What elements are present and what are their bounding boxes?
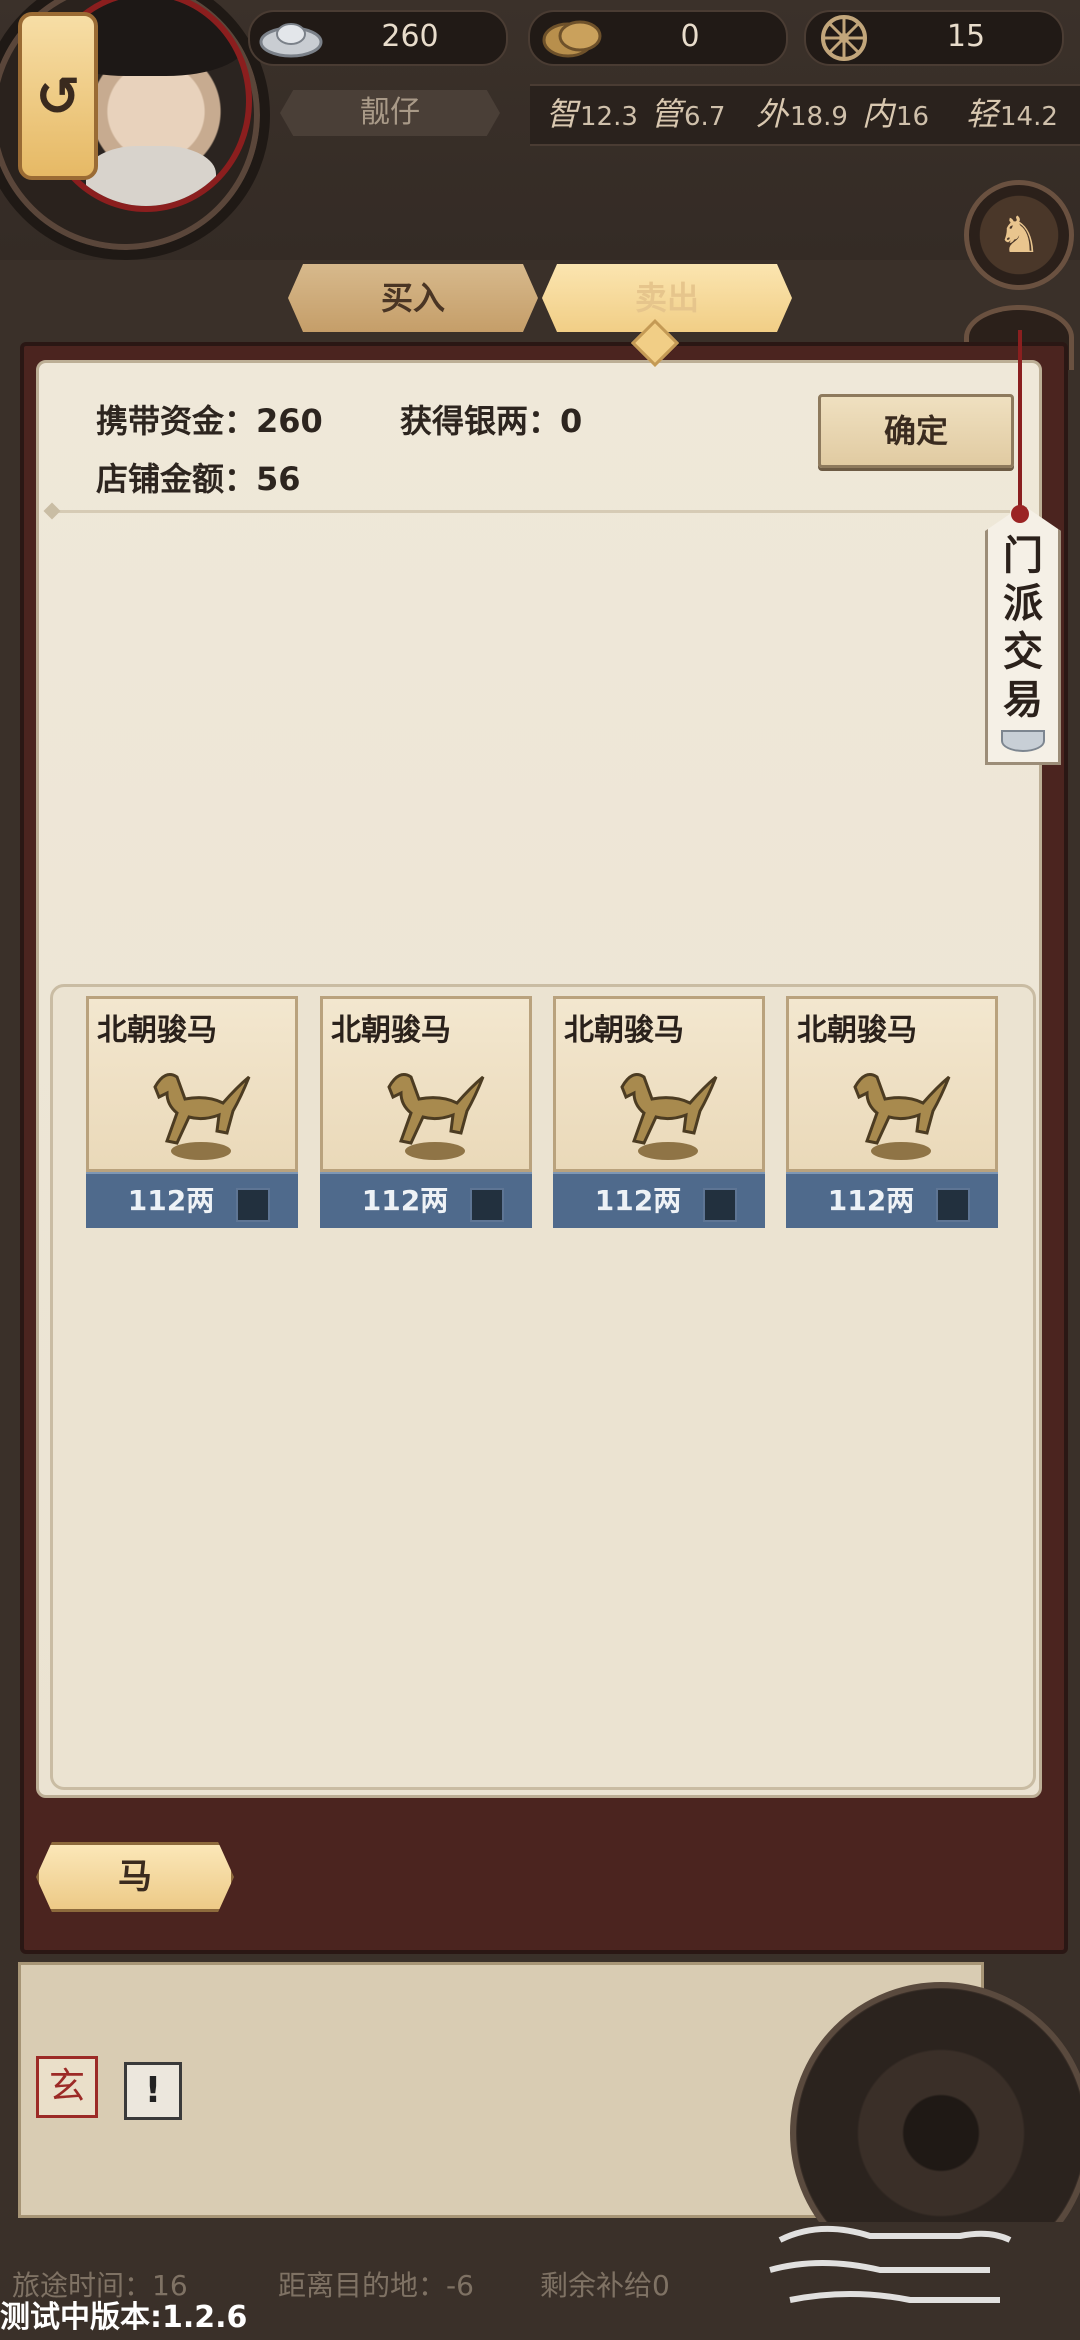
- item-card-body: 北朝骏马: [86, 996, 298, 1172]
- item-price: 112两: [361, 1184, 449, 1217]
- warning-icon[interactable]: !: [124, 2062, 182, 2120]
- side-tag-string: [1018, 330, 1022, 510]
- coin-stack-icon: [542, 20, 602, 58]
- avatar-collar: [86, 146, 216, 206]
- coin-value: 0: [680, 19, 700, 54]
- item-card-footer: 112两: [786, 1172, 998, 1228]
- item-name: 北朝骏马: [564, 1013, 684, 1048]
- item-card-body: 北朝骏马: [553, 996, 765, 1172]
- player-name: 靓仔: [280, 90, 500, 136]
- side-tag-char: 易: [1003, 676, 1043, 723]
- item-price: 112两: [594, 1184, 682, 1217]
- item-checkbox[interactable]: [470, 1188, 504, 1222]
- item-card-body: 北朝骏马: [786, 996, 998, 1172]
- wheel-icon: [821, 15, 867, 61]
- side-tag-char: 门: [1003, 532, 1043, 579]
- bronze-horse-icon: [153, 1073, 251, 1160]
- item-card[interactable]: 北朝骏马 112两: [86, 996, 298, 1228]
- side-tag-char: 交: [1003, 628, 1043, 675]
- confirm-button[interactable]: 确定: [818, 394, 1014, 468]
- item-card-body: 北朝骏马: [320, 996, 532, 1172]
- sect-trade-tag[interactable]: 门 派 交 易: [985, 505, 1061, 765]
- item-card[interactable]: 北朝骏马 112两: [786, 996, 998, 1228]
- wheel-value: 15: [946, 19, 986, 54]
- item-card-footer: 112两: [553, 1172, 765, 1228]
- horse-medal-button[interactable]: ♞: [964, 180, 1074, 290]
- bronze-horse-icon: [387, 1073, 485, 1160]
- category-horse-button[interactable]: 马: [36, 1842, 234, 1912]
- bronze-horse-icon: [620, 1073, 718, 1160]
- item-card[interactable]: 北朝骏马 112两: [320, 996, 532, 1228]
- side-tag-knot: [1011, 505, 1029, 523]
- item-name: 北朝骏马: [331, 1013, 451, 1048]
- item-name: 北朝骏马: [97, 1013, 217, 1048]
- stat-intelligence: 智12.3: [546, 95, 638, 133]
- shop-amount: 店铺金额：56: [96, 460, 301, 498]
- silver-value: 260: [381, 19, 439, 54]
- silver-ingot-icon: [1001, 730, 1045, 752]
- stat-internal: 内16: [862, 95, 930, 133]
- version-label: 测试中版本:1.2.6: [0, 2300, 248, 2335]
- item-price: 112两: [127, 1184, 215, 1217]
- seal-icon[interactable]: 玄: [36, 2056, 98, 2118]
- cloud-icon: [769, 2225, 1012, 2303]
- silver-ingot-icon: [259, 23, 323, 58]
- stat-management: 管6.7: [650, 95, 726, 133]
- item-checkbox[interactable]: [936, 1188, 970, 1222]
- carry-funds: 携带资金：260: [96, 402, 323, 440]
- silver-gain: 获得银两：0: [400, 402, 583, 440]
- item-card-footer: 112两: [86, 1172, 298, 1228]
- stat-external: 外18.9: [756, 95, 848, 133]
- item-card[interactable]: 北朝骏马 112两: [553, 996, 765, 1228]
- back-button[interactable]: ↺: [18, 12, 98, 180]
- stat-lightness: 轻14.2: [966, 95, 1058, 133]
- item-price: 112两: [827, 1184, 915, 1217]
- remaining-supplies: 剩余补给0: [540, 2269, 670, 2302]
- item-card-footer: 112两: [320, 1172, 532, 1228]
- distance-to-destination: 距离目的地：-6: [278, 2269, 474, 2302]
- item-name: 北朝骏马: [797, 1013, 917, 1048]
- item-checkbox[interactable]: [236, 1188, 270, 1222]
- side-tag-char: 派: [1003, 580, 1043, 627]
- tab-buy[interactable]: 买入: [288, 264, 538, 332]
- item-checkbox[interactable]: [703, 1188, 737, 1222]
- tab-sell[interactable]: 卖出: [542, 264, 792, 332]
- horse-head-icon: ♞: [996, 206, 1042, 264]
- bronze-horse-icon: [853, 1073, 951, 1160]
- undo-arrow-icon: ↺: [35, 64, 81, 128]
- divider: [50, 510, 1010, 513]
